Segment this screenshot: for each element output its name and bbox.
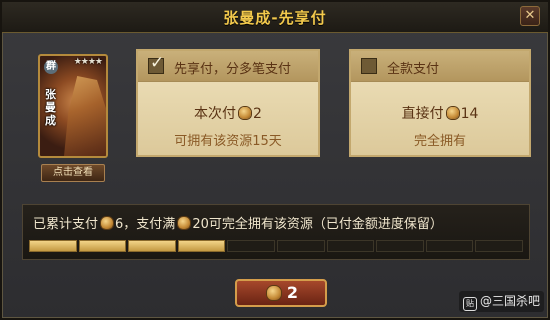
installment-option[interactable]: ✓ 先享付，分多笔支付 本次付 2 可拥有该资源15天 [136, 49, 320, 157]
progress-bar [29, 240, 523, 252]
installment-price: 本次付 2 [138, 103, 318, 123]
payment-dialog: 张曼成-先享付 ✕ 群 ★★★★ 张曼成 点击查看 ✓ 先享付，分多笔支付 本次… [0, 0, 550, 320]
full-payment-option[interactable]: 全款支付 直接付 14 完全拥有 [349, 49, 531, 157]
progress-segment-empty [326, 240, 375, 252]
progress-segment-filled [29, 240, 77, 252]
full-payment-price: 直接付 14 [351, 103, 529, 123]
progress-segment-empty [276, 240, 325, 252]
pay-button[interactable]: 2 [235, 279, 327, 307]
checkmark-icon: ✓ [150, 53, 165, 73]
progress-segment-filled [177, 240, 226, 252]
option-header: ✓ 先享付，分多笔支付 [138, 51, 318, 82]
installment-benefit: 可拥有该资源15天 [174, 134, 282, 149]
full-payment-benefit: 完全拥有 [413, 134, 466, 149]
close-icon[interactable]: ✕ [520, 6, 540, 26]
full-payment-title: 全款支付 [387, 62, 440, 77]
installment-amount: 2 [253, 106, 262, 122]
coin-icon [446, 107, 459, 119]
progress-segment-filled [128, 240, 176, 252]
progress-segment-filled [78, 240, 127, 252]
logo-icon: 贴 [462, 297, 477, 311]
dialog-title: 张曼成-先享付 [223, 9, 327, 27]
progress-panel: 已累计支付 6，支付满 20可完全拥有该资源（已付金额进度保留） [22, 204, 530, 260]
coin-icon [239, 107, 252, 119]
title-bar: 张曼成-先享付 ✕ [2, 2, 548, 33]
full-payment-amount: 14 [460, 106, 479, 122]
coin-icon [178, 217, 191, 229]
total-amount: 20 [192, 217, 209, 232]
progress-label: 已累计支付 [33, 217, 99, 232]
installment-price-label: 本次付 [194, 106, 237, 122]
watermark: 贴 @三国杀吧 [458, 291, 544, 312]
installment-title: 先享付，分多笔支付 [174, 62, 292, 77]
progress-segment-empty [425, 240, 474, 252]
progress-segment-empty [475, 240, 523, 252]
progress-text: 已累计支付 6，支付满 20可完全拥有该资源（已付金额进度保留） [33, 213, 443, 232]
progress-label: 可完全拥有该资源（已付金额进度保留） [208, 217, 443, 232]
progress-segment-empty [227, 240, 275, 252]
progress-segment-empty [376, 240, 424, 252]
pay-amount: 2 [286, 283, 299, 302]
star-rating: ★★★★ [73, 57, 103, 67]
progress-label: ，支付满 [123, 217, 176, 232]
watermark-text: @三国杀吧 [479, 294, 540, 308]
coin-icon [266, 286, 281, 300]
view-details-button[interactable]: 点击查看 [41, 164, 105, 182]
character-portrait [64, 76, 106, 156]
kingdom-badge: 群 [44, 60, 58, 74]
installment-checkbox[interactable]: ✓ [148, 53, 164, 74]
option-header: 全款支付 [351, 51, 529, 82]
coin-icon [101, 217, 114, 229]
character-name: 张曼成 [45, 88, 56, 127]
character-card[interactable]: 群 ★★★★ 张曼成 [38, 54, 108, 158]
full-payment-checkbox[interactable] [361, 58, 377, 74]
full-payment-price-label: 直接付 [401, 106, 444, 122]
